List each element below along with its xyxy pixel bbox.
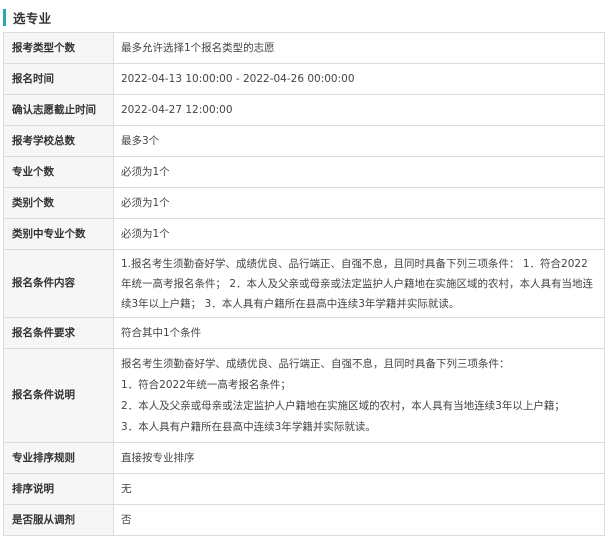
info-table: 报考类型个数 最多允许选择1个报名类型的志愿 报名时间 2022-04-13 1… xyxy=(3,32,605,536)
section-title: 选专业 xyxy=(13,10,52,26)
table-row: 是否服从调剂 否 xyxy=(3,504,605,536)
section-accent-bar xyxy=(3,8,6,26)
row-label: 报考学校总数 xyxy=(3,125,114,157)
table-row: 报名条件说明 报名考生须勤奋好学、成绩优良、品行端正、自强不息，且同时具备下列三… xyxy=(3,348,605,443)
row-value: 最多允许选择1个报名类型的志愿 xyxy=(113,32,605,64)
row-value: 2022-04-27 12:00:00 xyxy=(113,94,605,126)
row-value: 无 xyxy=(113,473,605,505)
row-label: 专业排序规则 xyxy=(3,442,114,474)
row-value: 直接按专业排序 xyxy=(113,442,605,474)
row-value: 否 xyxy=(113,504,605,536)
condition-line: 3．本人具有户籍所在县高中连续3年学籍并实际就读。 xyxy=(121,420,376,433)
row-value: 必须为1个 xyxy=(113,218,605,250)
row-value: 2022-04-13 10:00:00 - 2022-04-26 00:00:0… xyxy=(113,63,605,95)
row-value: 必须为1个 xyxy=(113,156,605,188)
table-row: 专业个数 必须为1个 xyxy=(3,156,605,188)
table-row: 报名条件要求 符合其中1个条件 xyxy=(3,317,605,349)
row-value: 符合其中1个条件 xyxy=(113,317,605,349)
row-value: 1.报名考生须勤奋好学、成绩优良、品行端正、自强不息，且同时具备下列三项条件： … xyxy=(113,249,605,318)
row-label: 报名条件要求 xyxy=(3,317,114,349)
row-label: 报名条件说明 xyxy=(3,348,114,443)
table-row: 报考学校总数 最多3个 xyxy=(3,125,605,157)
table-row: 类别中专业个数 必须为1个 xyxy=(3,218,605,250)
condition-line: 2．本人及父亲或母亲或法定监护人户籍地在实施区域的农村，本人具有当地连续3年以上… xyxy=(121,399,565,412)
condition-line: 1．符合2022年统一高考报名条件； xyxy=(121,378,291,391)
table-row: 确认志愿截止时间 2022-04-27 12:00:00 xyxy=(3,94,605,126)
table-row: 报名条件内容 1.报名考生须勤奋好学、成绩优良、品行端正、自强不息，且同时具备下… xyxy=(3,249,605,318)
row-label: 是否服从调剂 xyxy=(3,504,114,536)
table-row: 专业排序规则 直接按专业排序 xyxy=(3,442,605,474)
row-label: 类别个数 xyxy=(3,187,114,219)
row-label: 报考类型个数 xyxy=(3,32,114,64)
table-row: 类别个数 必须为1个 xyxy=(3,187,605,219)
row-label: 确认志愿截止时间 xyxy=(3,94,114,126)
row-label: 报名时间 xyxy=(3,63,114,95)
row-value: 最多3个 xyxy=(113,125,605,157)
table-row: 排序说明 无 xyxy=(3,473,605,505)
row-label: 专业个数 xyxy=(3,156,114,188)
table-row: 报名时间 2022-04-13 10:00:00 - 2022-04-26 00… xyxy=(3,63,605,95)
row-value: 必须为1个 xyxy=(113,187,605,219)
row-label: 报名条件内容 xyxy=(3,249,114,318)
condition-line: 报名考生须勤奋好学、成绩优良、品行端正、自强不息，且同时具备下列三项条件： xyxy=(121,357,510,370)
table-row: 报考类型个数 最多允许选择1个报名类型的志愿 xyxy=(3,32,605,64)
section-header: 选专业 xyxy=(3,7,51,27)
row-label: 类别中专业个数 xyxy=(3,218,114,250)
row-value: 报名考生须勤奋好学、成绩优良、品行端正、自强不息，且同时具备下列三项条件： 1．… xyxy=(113,348,605,443)
row-label: 排序说明 xyxy=(3,473,114,505)
